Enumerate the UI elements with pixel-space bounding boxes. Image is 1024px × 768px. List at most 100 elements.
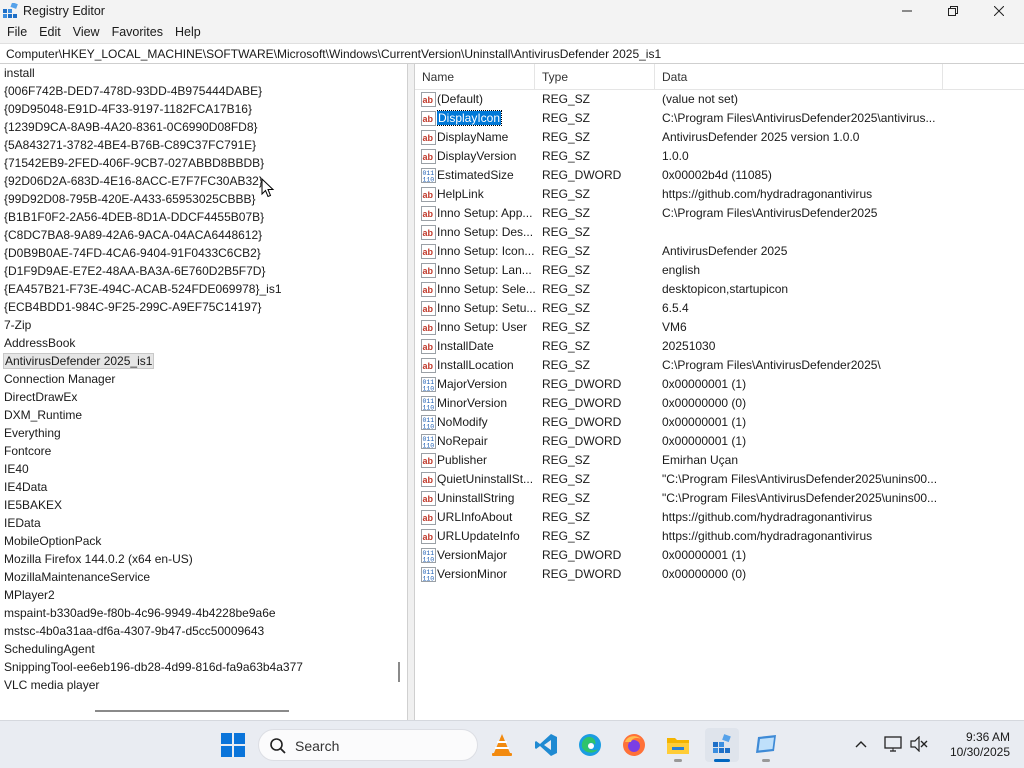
tree-key[interactable]: IE5BAKEX [0, 496, 390, 514]
value-row[interactable]: 011 110 NoModify REG_DWORD 0x00000001 (1) [415, 413, 1024, 432]
tree-key[interactable]: {ECB4BDD1-984C-9F25-299C-A9EF75C14197} [0, 298, 390, 316]
taskbar-app-vscode[interactable] [529, 728, 563, 762]
tree-key[interactable]: DirectDrawEx [0, 388, 390, 406]
tree-key[interactable]: DXM_Runtime [0, 406, 390, 424]
value-row[interactable]: ab (Default) REG_SZ (value not set) [415, 90, 1024, 109]
value-row[interactable]: 011 110 NoRepair REG_DWORD 0x00000001 (1) [415, 432, 1024, 451]
tree-horizontal-scrollbar[interactable] [0, 702, 391, 720]
value-row[interactable]: ab URLInfoAbout REG_SZ https://github.com/h… [415, 508, 1024, 527]
tree-key[interactable]: SchedulingAgent [0, 640, 390, 658]
tree-key[interactable]: SnippingTool-ee6eb196-db28-4d99-816d-fa9… [0, 658, 390, 676]
tree-key[interactable]: {09D95048-E91D-4F33-9197-1182FCA17B16} [0, 100, 390, 118]
tree-key[interactable]: VLC media player [0, 676, 390, 694]
tree-key[interactable]: {92D06D2A-683D-4E16-8ACC-E7F7FC30AB32} [0, 172, 390, 190]
column-divider[interactable] [534, 64, 535, 90]
windows-start-icon[interactable] [221, 733, 245, 757]
tree-vertical-scroll-thumb[interactable] [398, 662, 400, 682]
tree-key[interactable]: {006F742B-DED7-478D-93DD-4B975444DABE} [0, 82, 390, 100]
tree-key[interactable]: Mozilla Firefox 144.0.2 (x64 en-US) [0, 550, 390, 568]
tree-key[interactable]: {71542EB9-2FED-406F-9CB7-027ABBD8BBDB} [0, 154, 390, 172]
tree-key[interactable]: AddressBook [0, 334, 390, 352]
minimize-icon [902, 10, 912, 12]
menu-file[interactable]: File [1, 22, 33, 43]
value-row[interactable]: ab HelpLink REG_SZ https://github.com/hydra… [415, 185, 1024, 204]
tree-key[interactable]: {1239D9CA-8A9B-4A20-8361-0C6990D08FD8} [0, 118, 390, 136]
menu-view[interactable]: View [67, 22, 106, 43]
tree-key[interactable]: MobileOptionPack [0, 532, 390, 550]
menu-help[interactable]: Help [169, 22, 207, 43]
tree-horizontal-scroll-thumb[interactable] [95, 710, 289, 712]
tree-key[interactable]: Connection Manager [0, 370, 390, 388]
value-row[interactable]: 011 110 MinorVersion REG_DWORD 0x00000000 (0… [415, 394, 1024, 413]
value-name-cell: Inno Setup: Sele... [437, 280, 537, 299]
tree-key[interactable]: {C8DC7BA8-9A89-42A6-9ACA-04ACA6448612} [0, 226, 390, 244]
tree-key[interactable]: {D1F9D9AE-E7E2-48AA-BA3A-6E760D2B5F7D} [0, 262, 390, 280]
tree-key[interactable]: Fontcore [0, 442, 390, 460]
show-hidden-icons-button[interactable] [851, 734, 871, 754]
taskbar-search-box[interactable]: Search [258, 729, 478, 761]
taskbar-app-vlc[interactable] [485, 728, 519, 762]
column-header-data[interactable]: Data [662, 70, 687, 84]
tree-key[interactable]: {EA457B21-F73E-494C-ACAB-524FDE069978}_i… [0, 280, 390, 298]
value-row[interactable]: ab QuietUninstallSt... REG_SZ "C:\Program F… [415, 470, 1024, 489]
value-row[interactable]: ab URLUpdateInfo REG_SZ https://github.com/… [415, 527, 1024, 546]
string-value-icon: ab [421, 529, 436, 544]
value-row[interactable]: ab Publisher REG_SZ Emirhan Uçan [415, 451, 1024, 470]
volume-button[interactable] [909, 734, 929, 754]
value-row[interactable]: ab UninstallString REG_SZ "C:\Program Files… [415, 489, 1024, 508]
value-row[interactable]: 011 110 VersionMajor REG_DWORD 0x00000001 (1… [415, 546, 1024, 565]
address-path[interactable]: Computer\HKEY_LOCAL_MACHINE\SOFTWARE\Mic… [6, 47, 661, 61]
close-button[interactable] [976, 0, 1022, 22]
tree-key-selected[interactable]: AntivirusDefender 2025_is1 [0, 352, 390, 370]
value-row[interactable]: ab Inno Setup: Des... REG_SZ [415, 223, 1024, 242]
value-row[interactable]: ab DisplayName REG_SZ AntivirusDefender 202… [415, 128, 1024, 147]
tree-key[interactable]: IE4Data [0, 478, 390, 496]
tree-key[interactable]: 7-Zip [0, 316, 390, 334]
network-status-button[interactable] [883, 734, 903, 754]
column-divider[interactable] [942, 64, 943, 90]
tree-key[interactable]: mspaint-b330ad9e-f80b-4c96-9949-4b4228be… [0, 604, 390, 622]
system-clock[interactable]: 9:36 AM 10/30/2025 [936, 730, 1010, 760]
svg-text:ab: ab [423, 361, 434, 371]
value-row[interactable]: ab DisplayVersion REG_SZ 1.0.0 [415, 147, 1024, 166]
value-row[interactable]: ab Inno Setup: Lan... REG_SZ english [415, 261, 1024, 280]
taskbar-app-remote-desktop[interactable] [749, 728, 783, 762]
column-header-name[interactable]: Name [422, 70, 454, 84]
tree-key[interactable]: IEData [0, 514, 390, 532]
value-row[interactable]: ab Inno Setup: App... REG_SZ C:\Program Fil… [415, 204, 1024, 223]
menu-edit[interactable]: Edit [33, 22, 67, 43]
value-type: REG_SZ [542, 225, 591, 239]
tree-key[interactable]: Everything [0, 424, 390, 442]
value-row[interactable]: ab Inno Setup: User REG_SZ VM6 [415, 318, 1024, 337]
value-row[interactable]: ab Inno Setup: Icon... REG_SZ AntivirusDefe… [415, 242, 1024, 261]
value-row[interactable]: ab InstallLocation REG_SZ C:\Program Files\… [415, 356, 1024, 375]
tree-key[interactable]: MozillaMaintenanceService [0, 568, 390, 586]
menu-favorites[interactable]: Favorites [106, 22, 169, 43]
value-row[interactable]: ab Inno Setup: Setu... REG_SZ 6.5.4 [415, 299, 1024, 318]
value-row[interactable]: 011 110 MajorVersion REG_DWORD 0x00000001 (1… [415, 375, 1024, 394]
tree-key[interactable]: {B1B1F0F2-2A56-4DEB-8D1A-DDCF4455B07B} [0, 208, 390, 226]
taskbar-app-file-explorer[interactable] [661, 728, 695, 762]
tree-key[interactable]: {99D92D08-795B-420E-A433-65953025CBBB} [0, 190, 390, 208]
tree-key-label: Connection Manager [4, 372, 116, 386]
tree-key[interactable]: mstsc-4b0a31aa-df6a-4307-9b47-d5cc500096… [0, 622, 390, 640]
tree-key[interactable]: {D0B9B0AE-74FD-4CA6-9404-91F0433C6CB2} [0, 244, 390, 262]
tree-vertical-scrollbar[interactable] [391, 64, 407, 704]
value-row[interactable]: 011 110 EstimatedSize REG_DWORD 0x00002b4d (… [415, 166, 1024, 185]
value-row[interactable]: ab InstallDate REG_SZ 20251030 [415, 337, 1024, 356]
value-row[interactable]: 011 110 VersionMinor REG_DWORD 0x00000000 (0… [415, 565, 1024, 584]
taskbar-app-registry-editor[interactable] [705, 728, 739, 762]
maximize-button[interactable] [930, 0, 976, 22]
value-row-selected[interactable]: ab DisplayIcon REG_SZ C:\Program Files\Anti… [415, 109, 1024, 128]
taskbar-app-firefox[interactable] [617, 728, 651, 762]
tree-key[interactable]: {5A843271-3782-4BE4-B76B-C89C37FC791E} [0, 136, 390, 154]
minimize-button[interactable] [884, 0, 930, 22]
tree-key[interactable]: MPlayer2 [0, 586, 390, 604]
tree-key[interactable]: IE40 [0, 460, 390, 478]
tree-key[interactable]: install [0, 64, 390, 82]
taskbar-app-edge[interactable] [573, 728, 607, 762]
address-bar[interactable]: Computer\HKEY_LOCAL_MACHINE\SOFTWARE\Mic… [0, 43, 1024, 64]
column-divider[interactable] [654, 64, 655, 90]
column-header-type[interactable]: Type [542, 70, 568, 84]
value-row[interactable]: ab Inno Setup: Sele... REG_SZ desktopicon,s… [415, 280, 1024, 299]
